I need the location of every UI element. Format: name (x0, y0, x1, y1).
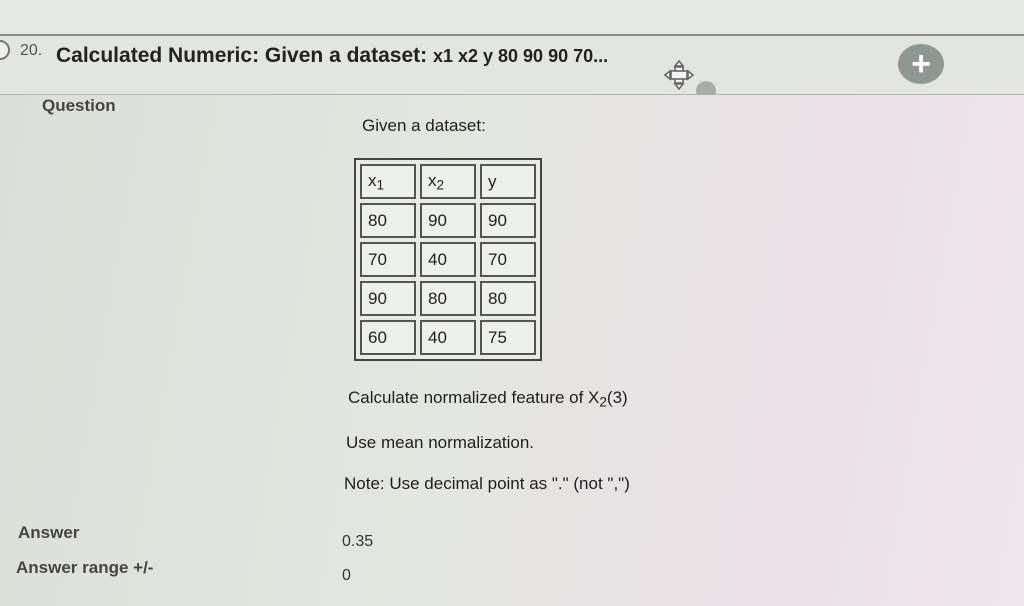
answer-range-label: Answer range +/- (16, 558, 154, 577)
plus-circle-icon[interactable]: + (898, 44, 944, 84)
method-text: Use mean normalization. (346, 433, 535, 452)
question-title[interactable]: Calculated Numeric: Given a dataset: x1 … (56, 44, 608, 68)
header-y: y (480, 164, 536, 199)
table-cell: 80 (480, 281, 536, 316)
dataset-table: x1 x2 y 80 90 90 70 40 70 90 80 80 60 40… (354, 158, 542, 361)
instruction-text: Calculate normalized feature of X2(3) (348, 388, 628, 410)
header-x2: x2 (420, 164, 476, 199)
question-title-tail: x1 x2 y 80 90 90 70... (432, 46, 609, 66)
question-title-text: Calculated Numeric: Given a dataset: (56, 44, 428, 67)
note-text: Note: Use decimal point as "." (not ",") (344, 474, 630, 493)
answer-range-value: 0 (342, 567, 351, 584)
move-icon[interactable] (664, 60, 694, 90)
answer-label: Answer (18, 523, 80, 542)
table-cell: 70 (480, 242, 536, 277)
table-row: 70 40 70 (360, 242, 536, 277)
table-cell: 60 (360, 320, 416, 355)
header-x1: x1 (360, 164, 416, 199)
table-row: 60 40 75 (360, 320, 536, 355)
table-cell: 80 (420, 281, 476, 316)
table-cell: 90 (420, 203, 476, 238)
table-cell: 40 (420, 242, 476, 277)
answer-value: 0.35 (342, 533, 374, 550)
top-bar (0, 0, 1024, 36)
table-header-row: x1 x2 y (360, 164, 536, 199)
question-number: 20. (20, 42, 43, 59)
question-intro: Given a dataset: (362, 116, 486, 135)
table-cell: 75 (480, 320, 536, 355)
table-cell: 90 (360, 281, 416, 316)
table-cell: 70 (360, 242, 416, 277)
question-label: Question (42, 96, 116, 115)
table-cell: 90 (480, 203, 536, 238)
table-row: 90 80 80 (360, 281, 536, 316)
table-cell: 80 (360, 203, 416, 238)
table-row: 80 90 90 (360, 203, 536, 238)
table-cell: 40 (420, 320, 476, 355)
